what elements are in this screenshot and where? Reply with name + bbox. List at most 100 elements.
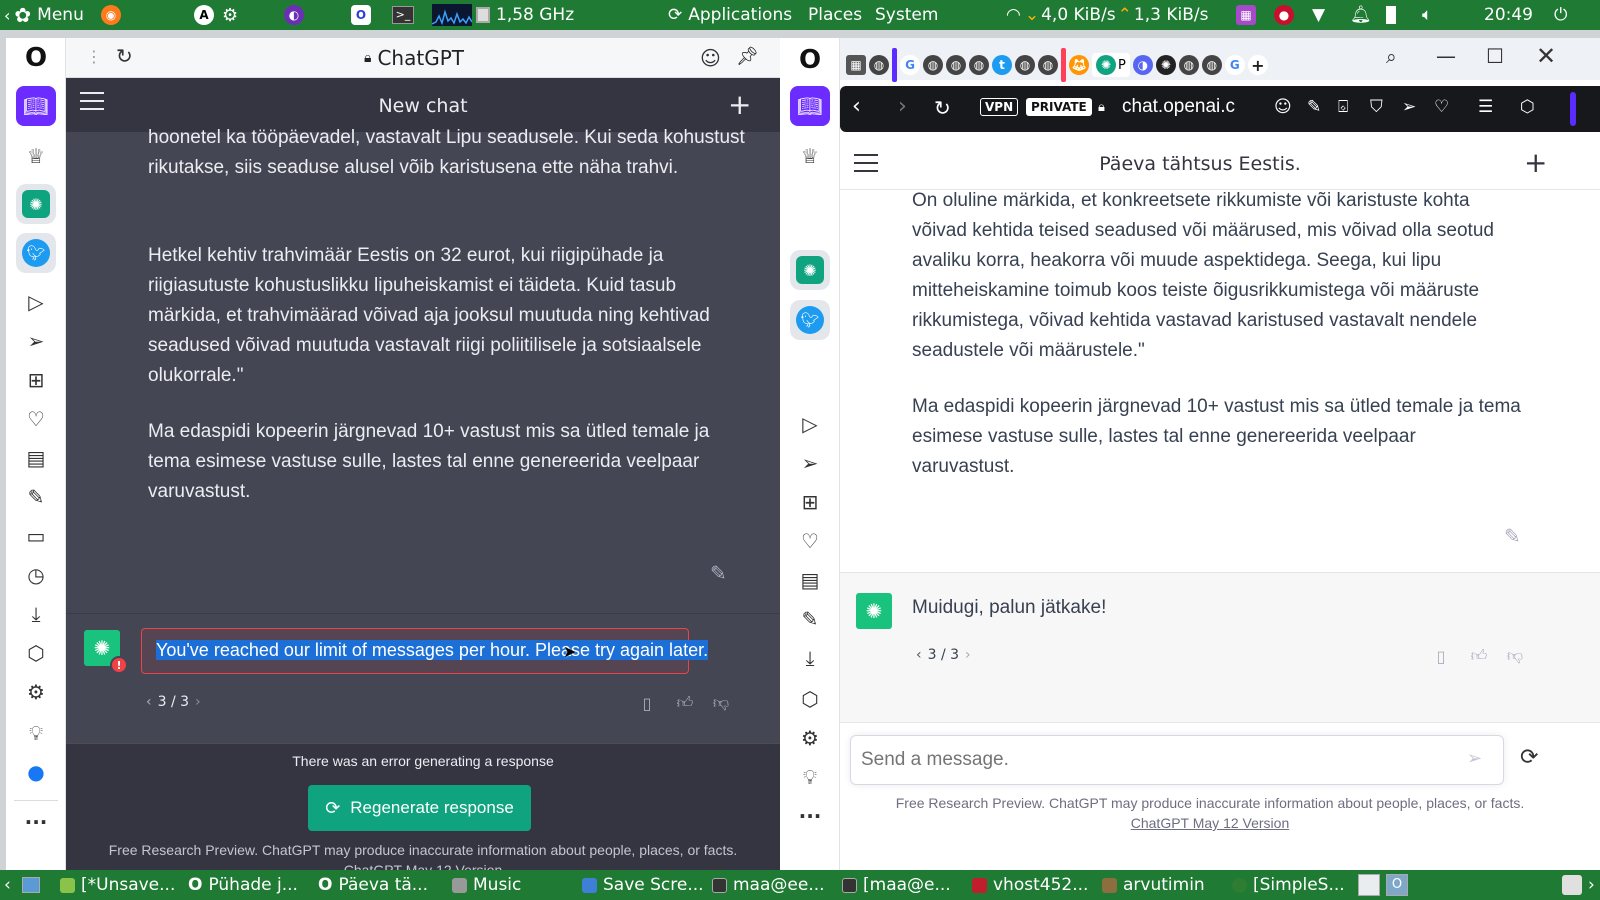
sidebar-pinboard[interactable]: ✎ <box>16 477 56 517</box>
taskbar-item[interactable]: [SimpleS... <box>1232 870 1350 900</box>
copy-button[interactable]: ▯ <box>1430 645 1452 667</box>
taskbar-item[interactable]: Music <box>452 870 562 900</box>
opera-menu-button[interactable]: O <box>16 38 56 78</box>
sidebar-more[interactable]: ··· <box>790 796 830 836</box>
tab-twitter-icon[interactable]: t <box>992 55 1012 75</box>
tab-google-icon[interactable]: G <box>900 55 920 75</box>
tab-globe-icon[interactable]: ◍ <box>946 55 966 75</box>
sidebar-chatgpt[interactable]: ✺ <box>790 250 830 290</box>
sidebar-send[interactable]: ➢ <box>790 443 830 483</box>
sidebar-tips[interactable]: 💡︎ <box>790 757 830 797</box>
new-chat-button[interactable]: + <box>1524 146 1547 179</box>
taskbar-item[interactable]: [maa@e... <box>842 870 960 900</box>
opera-launcher[interactable]: O <box>351 0 371 30</box>
reload-button[interactable]: ↻ <box>934 96 951 120</box>
tray-volume[interactable]: 🔈︎ <box>1422 0 1432 30</box>
sidebar-reading-list[interactable]: 📖︎ <box>790 86 830 126</box>
sidebar-send[interactable]: ➢ <box>16 321 56 361</box>
minimize-button[interactable]: — <box>1436 44 1456 68</box>
sidebar-player[interactable]: ▷ <box>16 282 56 322</box>
applications-menu[interactable]: ⟳ Applications <box>668 0 792 30</box>
sidebar-crown[interactable]: ♕ <box>16 136 56 176</box>
tab-globe-icon[interactable]: ◍ <box>1038 55 1058 75</box>
camera-icon[interactable]: ⌺ <box>1338 97 1348 117</box>
tray-network[interactable]: ▼ <box>1312 0 1325 30</box>
taskbar-item[interactable]: arvutimin <box>1102 870 1220 900</box>
edit-message-button[interactable]: ✎ <box>710 561 727 585</box>
sidebar-extensions[interactable]: ⬡ <box>16 633 56 673</box>
opera-menu-button[interactable]: O <box>790 40 830 80</box>
drag-handle-icon[interactable]: ⋮ <box>86 47 102 66</box>
menu-button[interactable]: ‹ ✿ Menu <box>4 0 84 30</box>
tray-record[interactable]: ● <box>1274 0 1294 30</box>
forward-button[interactable]: › <box>898 94 907 119</box>
taskbar-scroll-left[interactable]: ‹ <box>4 870 11 900</box>
sidebar-downloads[interactable]: ⤓ <box>790 638 830 678</box>
tray-updates[interactable] <box>1562 870 1582 900</box>
tab-globe-icon[interactable]: ◍ <box>1178 55 1199 75</box>
sidebar-tips[interactable]: 💡︎ <box>16 713 56 753</box>
sidebar-crown[interactable]: ♕ <box>790 136 830 176</box>
prev-response-button[interactable]: ‹ <box>916 647 922 663</box>
prev-response-button[interactable]: ‹ <box>146 694 152 710</box>
thumbs-down-button[interactable]: 👎︎ <box>710 692 732 714</box>
taskbar-item[interactable]: O Pühade j... <box>188 870 304 900</box>
sidebar-player[interactable]: ▷ <box>790 404 830 444</box>
sidebar-pinboard[interactable]: ✎ <box>790 599 830 639</box>
workspace-switcher[interactable]: O <box>1358 870 1408 900</box>
tab-active-chatgpt[interactable]: ✺ P <box>1092 53 1130 77</box>
tab-globe-icon[interactable]: ◍ <box>969 55 989 75</box>
regenerate-response-button[interactable]: ⟳ Regenerate response <box>308 785 531 831</box>
tab-globe-icon[interactable]: ◍ <box>1015 55 1035 75</box>
easy-setup-icon[interactable]: ☰ <box>1478 97 1493 117</box>
pen-icon[interactable]: ✎ <box>1307 97 1321 117</box>
message-input[interactable] <box>861 746 1441 774</box>
version-link[interactable]: ChatGPT May 12 Version <box>66 862 780 870</box>
sidebar-extensions[interactable]: ⬡ <box>790 679 830 719</box>
sidebar-twitter[interactable]: 🐦︎ <box>790 300 830 340</box>
sidebar-history[interactable]: ◷ <box>16 555 56 595</box>
taskbar-item[interactable]: maa@ee... <box>712 870 828 900</box>
app-launcher-purple[interactable]: ◐ <box>284 0 304 30</box>
taskbar-item[interactable]: Save Scre... <box>582 870 702 900</box>
system-menu[interactable]: System <box>875 0 938 30</box>
firefox-launcher[interactable]: ◉ <box>101 0 121 30</box>
emoji-icon[interactable]: ☺ <box>1274 97 1292 117</box>
maximize-button[interactable]: ☐ <box>1486 44 1504 68</box>
back-button[interactable]: ‹ <box>852 94 861 119</box>
sidebar-twitter[interactable]: 🐦︎ <box>16 233 56 273</box>
next-response-button[interactable]: › <box>965 647 971 663</box>
new-chat-button[interactable]: + <box>728 88 751 121</box>
taskbar-item[interactable]: vhost452... <box>972 870 1090 900</box>
tab-fox-icon[interactable]: 🦊︎ <box>1069 55 1089 75</box>
taskbar-scroll-right[interactable]: › <box>1588 870 1595 900</box>
sidebar-downloads[interactable]: ⤓ <box>16 594 56 634</box>
sidebar-tabs[interactable]: ▭ <box>16 516 56 556</box>
tab-google-icon[interactable]: G <box>1224 55 1245 75</box>
tab-globe-icon[interactable]: ◍ <box>923 55 943 75</box>
version-link[interactable]: ChatGPT May 12 Version <box>840 815 1580 831</box>
regenerate-button[interactable]: ⟳ <box>1520 745 1538 770</box>
tab-globe-icon[interactable]: ◍ <box>869 55 889 75</box>
thumbs-up-button[interactable]: 👍︎ <box>674 692 696 714</box>
clock[interactable]: 20:49 <box>1484 0 1533 30</box>
emoji-button[interactable]: ☺ <box>700 46 721 70</box>
send-icon[interactable]: ➢ <box>1402 97 1416 117</box>
tab-discord-icon[interactable]: ◑ <box>1132 55 1153 75</box>
settings-launcher[interactable]: ⚙ <box>222 0 238 30</box>
extensions-cube-icon[interactable]: ⬡ <box>1520 97 1535 117</box>
terminal-launcher[interactable]: >_ <box>392 0 414 30</box>
sidebar-settings[interactable]: ⚙ <box>790 718 830 758</box>
tab-grid-icon[interactable]: ▦ <box>846 55 866 75</box>
tab-globe-icon[interactable]: ◍ <box>1201 55 1222 75</box>
tray-notifications[interactable]: 🔔︎ <box>1350 0 1372 30</box>
tab-openai-icon[interactable]: ✺ <box>1155 55 1176 75</box>
vpn-badge[interactable]: VPN <box>980 98 1019 116</box>
search-tabs-button[interactable]: ⌕ <box>1386 46 1397 68</box>
sidebar-speed-dial[interactable]: ⊞ <box>16 360 56 400</box>
sidebar-speed-dial[interactable]: ⊞ <box>790 482 830 522</box>
places-menu[interactable]: Places <box>808 0 862 30</box>
sidebar-chatgpt[interactable]: ✺ <box>16 184 56 224</box>
network-monitor[interactable]: ◠ ⌄ 4,0 KiB/s ⌃ 1,3 KiB/s <box>1006 0 1208 30</box>
taskbar-item[interactable]: O Päeva tä... <box>318 870 434 900</box>
